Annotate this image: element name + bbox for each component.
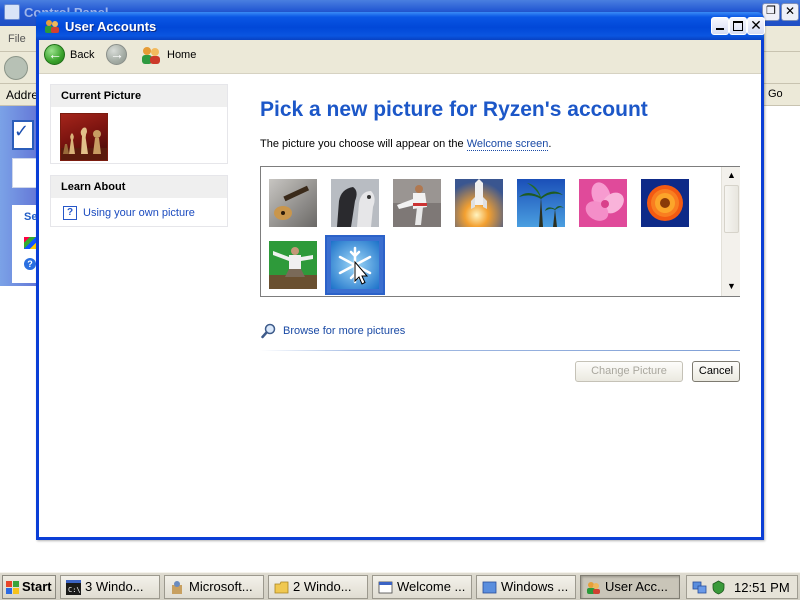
maximize-button[interactable]	[729, 17, 747, 35]
user-accounts-body: ← Back → Home Current Picture Learn Abou…	[39, 40, 761, 537]
system-tray: 12:51 PM	[686, 575, 798, 599]
folder-icon	[274, 581, 289, 594]
page-description: The picture you choose will appear on th…	[260, 138, 552, 151]
picture-space-shuttle[interactable]	[455, 179, 503, 227]
picture-pink-flower[interactable]	[579, 179, 627, 227]
picture-palm-trees[interactable]	[517, 179, 565, 227]
learn-about-header: Learn About	[51, 176, 227, 198]
separator	[260, 350, 740, 351]
close-button[interactable]: ✕	[781, 3, 799, 21]
control-panel-app-icon	[4, 4, 20, 20]
user-accounts-icon	[587, 582, 600, 594]
taskbar-label: User Acc...	[605, 579, 668, 594]
description-text: The picture you choose will appear on th…	[260, 138, 467, 150]
home-button[interactable]: Home	[167, 49, 196, 61]
start-label: Start	[22, 579, 52, 594]
help-icon[interactable]: ?	[24, 258, 36, 270]
scroll-up-arrow-icon[interactable]: ▲	[723, 167, 740, 184]
taskbar: Start C:\ 3 Windo... Microsoft... 2 Wind…	[0, 572, 800, 600]
user-accounts-titlebar[interactable]: User Accounts ✕	[36, 12, 765, 40]
windows-logo-icon	[6, 581, 19, 594]
checkmark-icon: ✓	[14, 121, 30, 141]
description-suffix: .	[548, 138, 552, 150]
home-users-icon[interactable]	[140, 44, 162, 66]
navigation-bar: ← Back → Home	[39, 40, 761, 74]
browse-for-more-pictures-link[interactable]: Browse for more pictures	[283, 325, 405, 337]
taskbar-button-welcome[interactable]: Welcome ...	[372, 575, 472, 599]
windows-update-icon[interactable]	[24, 237, 36, 249]
using-your-own-picture-link[interactable]: Using your own picture	[83, 207, 195, 219]
forward-arrow-icon[interactable]: →	[106, 44, 127, 65]
go-button[interactable]: Go	[768, 88, 783, 100]
security-icon[interactable]	[711, 580, 726, 595]
user-accounts-window: User Accounts ✕ ← Back → Home Current Pi…	[36, 12, 765, 540]
clock: 12:51 PM	[734, 580, 790, 595]
scrollbar-thumb[interactable]	[724, 185, 739, 233]
taskbar-button-microsoft[interactable]: Microsoft...	[164, 575, 264, 599]
welcome-screen-link[interactable]: Welcome screen	[466, 138, 549, 151]
taskbar-button-windows[interactable]: Windows ...	[476, 575, 576, 599]
picture-guitar[interactable]	[269, 179, 317, 227]
back-button[interactable]	[4, 56, 28, 80]
page-title: Pick a new picture for Ryzen's account	[260, 98, 648, 121]
taskbar-button-windows-group[interactable]: 2 Windo...	[268, 575, 368, 599]
cancel-button[interactable]: Cancel	[692, 361, 740, 382]
taskbar-label: 2 Windo...	[293, 579, 352, 594]
menu-file[interactable]: File	[8, 33, 26, 45]
picture-list[interactable]: ▲ ▼	[260, 166, 740, 297]
tools-icon	[172, 581, 182, 594]
current-picture-header: Current Picture	[51, 85, 227, 107]
taskbar-label: Windows ...	[501, 579, 569, 594]
picture-list-scrollbar[interactable]: ▲ ▼	[721, 167, 740, 296]
scroll-down-arrow-icon[interactable]: ▼	[723, 278, 740, 295]
close-button[interactable]: ✕	[747, 17, 765, 35]
content-area: Current Picture Learn About ? Using your…	[39, 74, 761, 537]
change-picture-button[interactable]: Change Picture	[575, 361, 683, 382]
picture-orange-flower[interactable]	[641, 179, 689, 227]
taskbar-button-user-accounts[interactable]: User Acc...	[580, 575, 680, 599]
taskbar-label: Welcome ...	[397, 579, 466, 594]
user-accounts-icon	[45, 20, 59, 33]
windows-icon	[482, 581, 497, 594]
network-icon[interactable]	[692, 580, 707, 595]
picture-snowflake[interactable]	[331, 241, 379, 289]
start-button[interactable]: Start	[2, 575, 56, 599]
back-button[interactable]: Back	[70, 49, 94, 61]
svg-text:C:\: C:\	[68, 586, 81, 594]
current-picture-pane: Current Picture	[50, 84, 228, 164]
picture-karate[interactable]	[393, 179, 441, 227]
magnifier-icon	[261, 323, 276, 339]
taskbar-label: 3 Windo...	[85, 579, 144, 594]
cmd-icon: C:\	[66, 580, 81, 595]
taskbar-label: Microsoft...	[189, 579, 253, 594]
back-arrow-icon[interactable]: ←	[44, 44, 65, 65]
help-icon: ?	[63, 206, 77, 220]
welcome-icon	[378, 581, 393, 594]
picture-skateboarder[interactable]	[269, 241, 317, 289]
minimize-button[interactable]	[711, 17, 729, 35]
taskbar-button-cmd[interactable]: C:\ 3 Windo...	[60, 575, 160, 599]
window-title: User Accounts	[65, 19, 157, 34]
picture-horses[interactable]	[331, 179, 379, 227]
current-picture-chess	[60, 113, 108, 161]
learn-about-pane: Learn About ? Using your own picture	[50, 175, 228, 227]
